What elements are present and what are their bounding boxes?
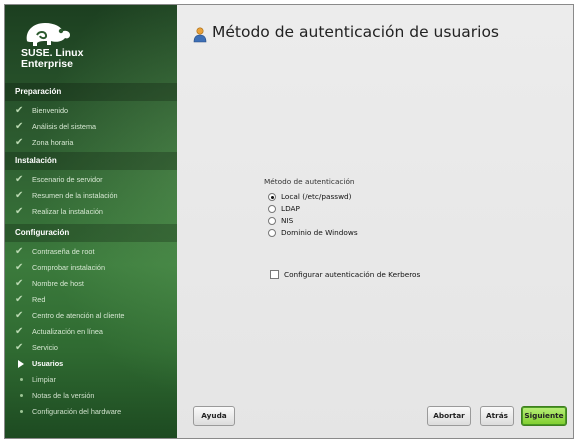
checkmark-icon: ✔ (15, 246, 24, 257)
step-zona-horaria: ✔ Zona horaria (5, 136, 177, 150)
checkmark-icon: ✔ (15, 121, 24, 132)
step-label: Limpiar (32, 375, 56, 384)
step-comprobar-instalacion: ✔ Comprobar instalación (5, 261, 177, 275)
radio-button[interactable] (268, 217, 276, 225)
step-actualizacion-linea: ✔ Actualización en línea (5, 325, 177, 339)
step-red: ✔ Red (5, 293, 177, 307)
section-configuracion: Configuración (5, 224, 177, 242)
help-button[interactable]: Ayuda (193, 406, 235, 426)
step-label: Zona horaria (32, 138, 74, 147)
bullet-icon (20, 410, 23, 413)
checkmark-icon: ✔ (15, 190, 24, 201)
suse-chameleon-icon (26, 23, 71, 46)
step-contrasena-root: ✔ Contraseña de root (5, 245, 177, 259)
checkmark-icon: ✔ (15, 278, 24, 289)
step-label: Nombre de host (32, 279, 84, 288)
step-resumen-instalacion: ✔ Resumen de la instalación (5, 189, 177, 203)
page-title: Método de autenticación de usuarios (212, 23, 500, 41)
users-icon (193, 27, 207, 43)
step-servicio: ✔ Servicio (5, 341, 177, 355)
step-label: Notas de la versión (32, 391, 95, 400)
installer-window: SUSE. Linux Enterprise Preparación ✔ Bie… (4, 4, 574, 439)
brand-name: SUSE. Linux Enterprise (21, 48, 83, 70)
brand-line-2: Enterprise (21, 58, 73, 70)
radio-label[interactable]: LDAP (281, 203, 300, 215)
checkmark-icon: ✔ (15, 105, 24, 116)
auth-method-group-label: Método de autenticación (264, 177, 355, 186)
step-analisis-sistema: ✔ Análisis del sistema (5, 120, 177, 134)
radio-button[interactable] (268, 193, 276, 201)
checkmark-icon: ✔ (15, 137, 24, 148)
step-nombre-host: ✔ Nombre de host (5, 277, 177, 291)
step-bienvenido: ✔ Bienvenido (5, 104, 177, 118)
step-label: Usuarios (32, 359, 64, 368)
step-label: Escenario de servidor (32, 175, 103, 184)
next-button[interactable]: Siguiente (521, 406, 567, 426)
step-label: Centro de atención al cliente (32, 311, 125, 320)
bullet-icon (20, 394, 23, 397)
step-label: Comprobar instalación (32, 263, 106, 272)
section-preparacion: Preparación (5, 83, 177, 101)
bullet-icon (20, 378, 23, 381)
abort-button[interactable]: Abortar (427, 406, 471, 426)
step-configuracion-hardware: Configuración del hardware (5, 405, 177, 419)
checkmark-icon: ✔ (15, 206, 24, 217)
step-label: Configuración del hardware (32, 407, 122, 416)
step-label: Actualización en línea (32, 327, 103, 336)
step-escenario-servidor: ✔ Escenario de servidor (5, 173, 177, 187)
step-label: Bienvenido (32, 106, 69, 115)
checkmark-icon: ✔ (15, 174, 24, 185)
kerberos-checkbox[interactable] (270, 270, 279, 279)
back-button[interactable]: Atrás (480, 406, 514, 426)
step-notas-version: Notas de la versión (5, 389, 177, 403)
step-realizar-instalacion: ✔ Realizar la instalación (5, 205, 177, 219)
checkmark-icon: ✔ (15, 262, 24, 273)
step-label: Contraseña de root (32, 247, 95, 256)
sidebar: SUSE. Linux Enterprise Preparación ✔ Bie… (5, 5, 177, 438)
main-panel: Método de autenticación de usuarios Méto… (177, 5, 573, 438)
step-label: Servicio (32, 343, 58, 352)
radio-label[interactable]: Local (/etc/passwd) (281, 191, 352, 203)
checkmark-icon: ✔ (15, 326, 24, 337)
radio-label[interactable]: NIS (281, 215, 293, 227)
step-usuarios: Usuarios (5, 357, 177, 371)
step-label: Realizar la instalación (32, 207, 103, 216)
step-limpiar: Limpiar (5, 373, 177, 387)
checkmark-icon: ✔ (15, 342, 24, 353)
step-label: Análisis del sistema (32, 122, 97, 131)
step-centro-atencion: ✔ Centro de atención al cliente (5, 309, 177, 323)
current-step-arrow-icon (18, 360, 24, 368)
radio-label[interactable]: Dominio de Windows (281, 227, 358, 239)
step-label: Resumen de la instalación (32, 191, 118, 200)
checkmark-icon: ✔ (15, 310, 24, 321)
checkmark-icon: ✔ (15, 294, 24, 305)
kerberos-label[interactable]: Configurar autenticación de Kerberos (284, 269, 420, 281)
section-instalacion: Instalación (5, 152, 177, 170)
radio-button[interactable] (268, 205, 276, 213)
step-label: Red (32, 295, 46, 304)
radio-button[interactable] (268, 229, 276, 237)
